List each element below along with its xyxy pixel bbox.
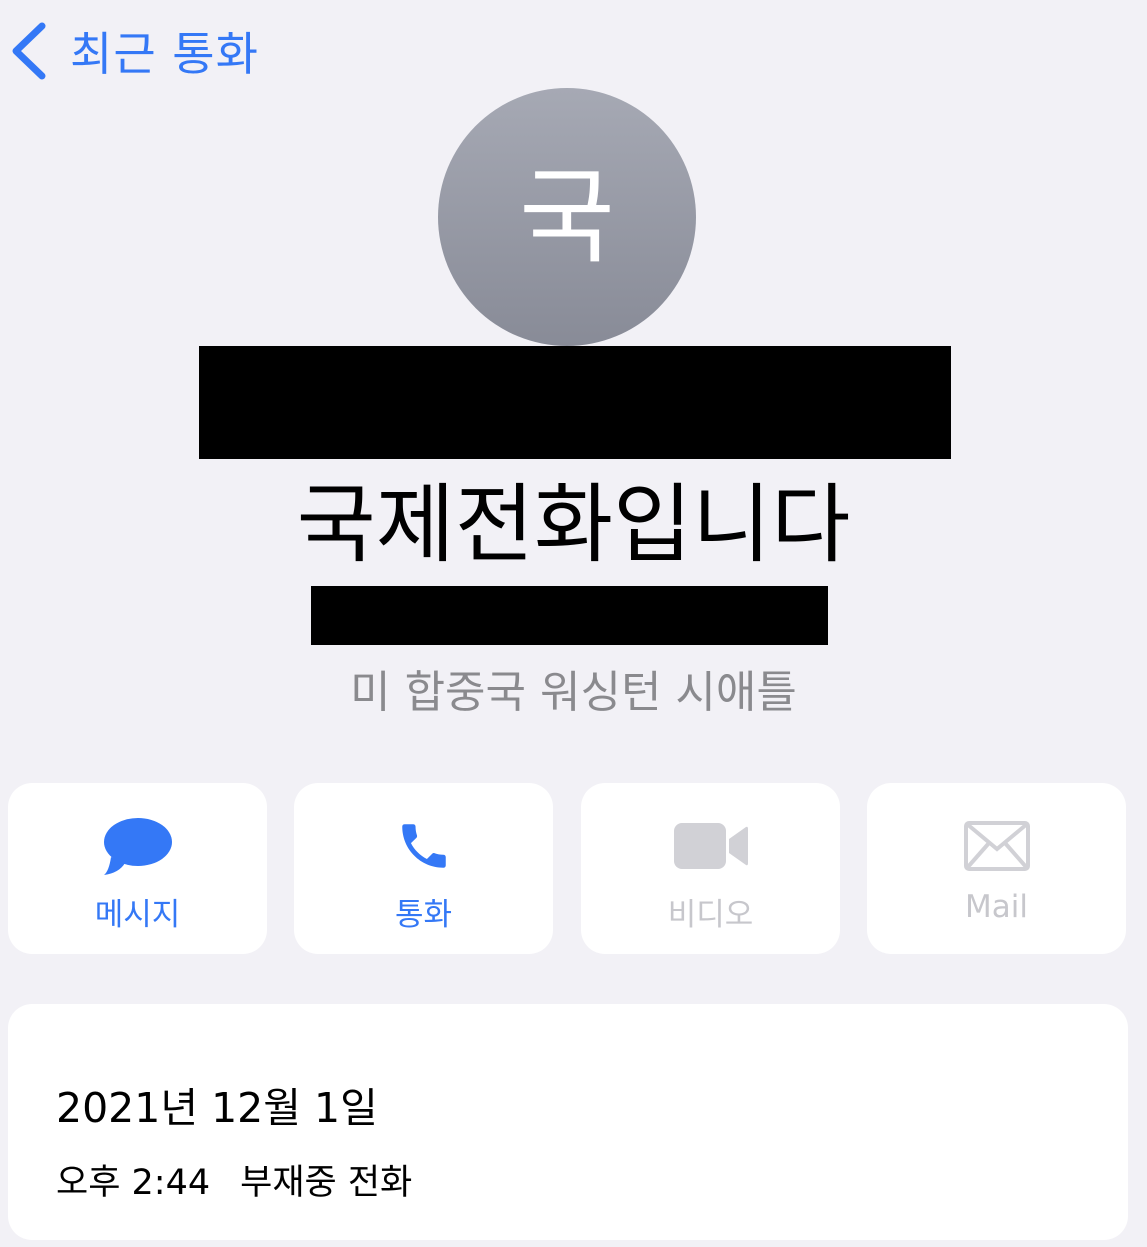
call-time: 오후 2:44 <box>56 1163 211 1203</box>
call-button[interactable]: 통화 <box>294 783 553 954</box>
avatar: 국 <box>438 88 696 346</box>
video-label: 비디오 <box>667 897 754 933</box>
message-label: 메시지 <box>94 897 181 933</box>
call-entry: 오후 2:44 부재중 전화 <box>56 1154 412 1205</box>
mail-label: Mail <box>965 889 1028 925</box>
video-button[interactable]: 비디오 <box>581 783 840 954</box>
message-button[interactable]: 메시지 <box>8 783 267 954</box>
call-type: 부재중 전화 <box>240 1163 413 1203</box>
action-buttons: 메시지 통화 비디오 Mail <box>8 783 1139 954</box>
video-camera-icon <box>673 823 748 869</box>
mail-envelope-icon <box>963 821 1030 871</box>
back-label: 최근 통화 <box>70 27 259 81</box>
contact-name: 국제전화입니다 <box>296 475 851 575</box>
call-history-card: 2021년 12월 1일 오후 2:44 부재중 전화 <box>8 1004 1128 1240</box>
redacted-phone-number <box>199 346 951 459</box>
phone-icon <box>401 824 446 868</box>
chevron-left-icon <box>12 22 46 80</box>
redacted-detail <box>311 586 828 645</box>
avatar-initial: 국 <box>519 156 615 278</box>
contact-location: 미 합중국 워싱턴 시애틀 <box>350 667 797 718</box>
message-bubble-icon <box>103 818 172 875</box>
back-button[interactable]: 최근 통화 <box>6 16 259 86</box>
call-label: 통화 <box>394 897 453 933</box>
mail-button[interactable]: Mail <box>867 783 1126 954</box>
call-date: 2021년 12월 1일 <box>56 1084 378 1132</box>
